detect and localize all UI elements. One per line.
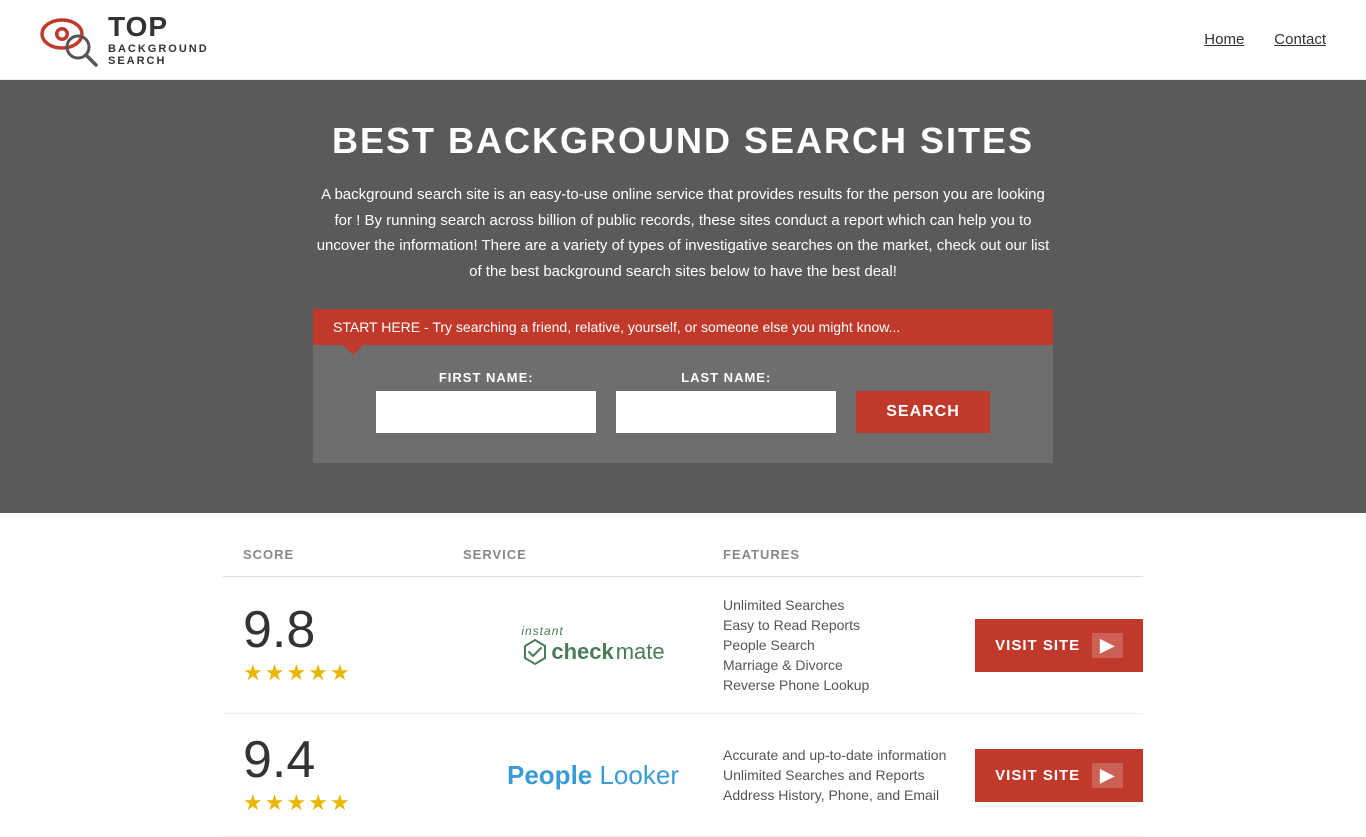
visit-arrow-2: ▶ [1092,763,1123,788]
col-service: SERVICE [463,547,723,562]
star2-2: ★ [265,790,285,816]
service-check: check [551,639,613,665]
search-button[interactable]: SEARCH [856,391,990,433]
star-2: ★ [265,660,285,686]
table-row: 9.8 ★ ★ ★ ★ ★ instant checkmate [223,577,1143,714]
hero-section: BEST BACKGROUND SEARCH SITES A backgroun… [0,80,1366,513]
search-form: FIRST NAME: LAST NAME: SEARCH [333,370,1033,433]
first-name-group: FIRST NAME: [376,370,596,433]
score-col-1: 9.8 ★ ★ ★ ★ ★ [243,604,463,686]
main-nav: Home Contact [1204,31,1326,48]
search-form-area: FIRST NAME: LAST NAME: SEARCH [313,345,1053,463]
star2-4: ★ [308,790,328,816]
star-4: ★ [308,660,328,686]
last-name-group: LAST NAME: [616,370,836,433]
score-value-1: 9.8 [243,604,315,656]
logo-icon [40,12,100,67]
visit-arrow-1: ▶ [1092,633,1123,658]
table-row: 9.4 ★ ★ ★ ★ ★ People Looker Accurate and… [223,714,1143,837]
stars-2: ★ ★ ★ ★ ★ [243,790,350,816]
feature-1-0: Unlimited Searches [723,597,963,613]
star-5: ★ [330,660,350,686]
logo-top-label: TOP [108,12,209,43]
logo: TOP BACKGROUNDSEARCH [40,12,209,67]
feature-1-2: People Search [723,637,963,653]
feature-2-2: Address History, Phone, and Email [723,787,963,803]
table-header: SCORE SERVICE FEATURES [223,533,1143,577]
nav-home[interactable]: Home [1204,31,1244,48]
last-name-label: LAST NAME: [616,370,836,385]
site-header: TOP BACKGROUNDSEARCH Home Contact [0,0,1366,80]
col-features: FEATURES [723,547,963,562]
service-logo-1: instant checkmate [463,624,723,666]
star2-5: ★ [330,790,350,816]
feature-2-0: Accurate and up-to-date information [723,747,963,763]
features-col-2: Accurate and up-to-date information Unli… [723,747,963,803]
features-col-1: Unlimited Searches Easy to Read Reports … [723,597,963,693]
visit-site-label-1: VISIT SITE [995,637,1080,654]
score-col-2: 9.4 ★ ★ ★ ★ ★ [243,734,463,816]
feature-1-4: Reverse Phone Lookup [723,677,963,693]
last-name-input[interactable] [616,391,836,433]
star-3: ★ [286,660,306,686]
people-looker-logo: People Looker [507,760,679,791]
service-logo-checkmate-text: checkmate [521,638,664,666]
hero-description: A background search site is an easy-to-u… [313,182,1053,284]
feature-2-1: Unlimited Searches and Reports [723,767,963,783]
first-name-label: FIRST NAME: [376,370,596,385]
visit-col-2: VISIT SITE ▶ [963,749,1143,802]
nav-contact[interactable]: Contact [1274,31,1326,48]
first-name-input[interactable] [376,391,596,433]
star2-1: ★ [243,790,263,816]
star-1: ★ [243,660,263,686]
feature-1-3: Marriage & Divorce [723,657,963,673]
score-value-2: 9.4 [243,734,315,786]
stars-1: ★ ★ ★ ★ ★ [243,660,350,686]
hero-title: BEST BACKGROUND SEARCH SITES [20,120,1346,162]
visit-site-label-2: VISIT SITE [995,767,1080,784]
logo-bottom-label: BACKGROUNDSEARCH [108,43,209,67]
service-logo-instant: instant [521,624,563,638]
service-logo-2: People Looker [463,760,723,791]
col-score: SCORE [243,547,463,562]
results-area: SCORE SERVICE FEATURES 9.8 ★ ★ ★ ★ ★ ins… [203,533,1163,837]
logo-text: TOP BACKGROUNDSEARCH [108,12,209,67]
feature-1-1: Easy to Read Reports [723,617,963,633]
service-mate: mate [616,639,665,665]
visit-col-1: VISIT SITE ▶ [963,619,1143,672]
logo-looker: Looker [592,760,679,790]
visit-site-button-2[interactable]: VISIT SITE ▶ [975,749,1143,802]
callout-bar: START HERE - Try searching a friend, rel… [313,309,1053,345]
logo-people: People [507,760,592,790]
visit-site-button-1[interactable]: VISIT SITE ▶ [975,619,1143,672]
col-action [963,547,1143,562]
star2-3: ★ [286,790,306,816]
checkmate-logo-icon [521,638,549,666]
